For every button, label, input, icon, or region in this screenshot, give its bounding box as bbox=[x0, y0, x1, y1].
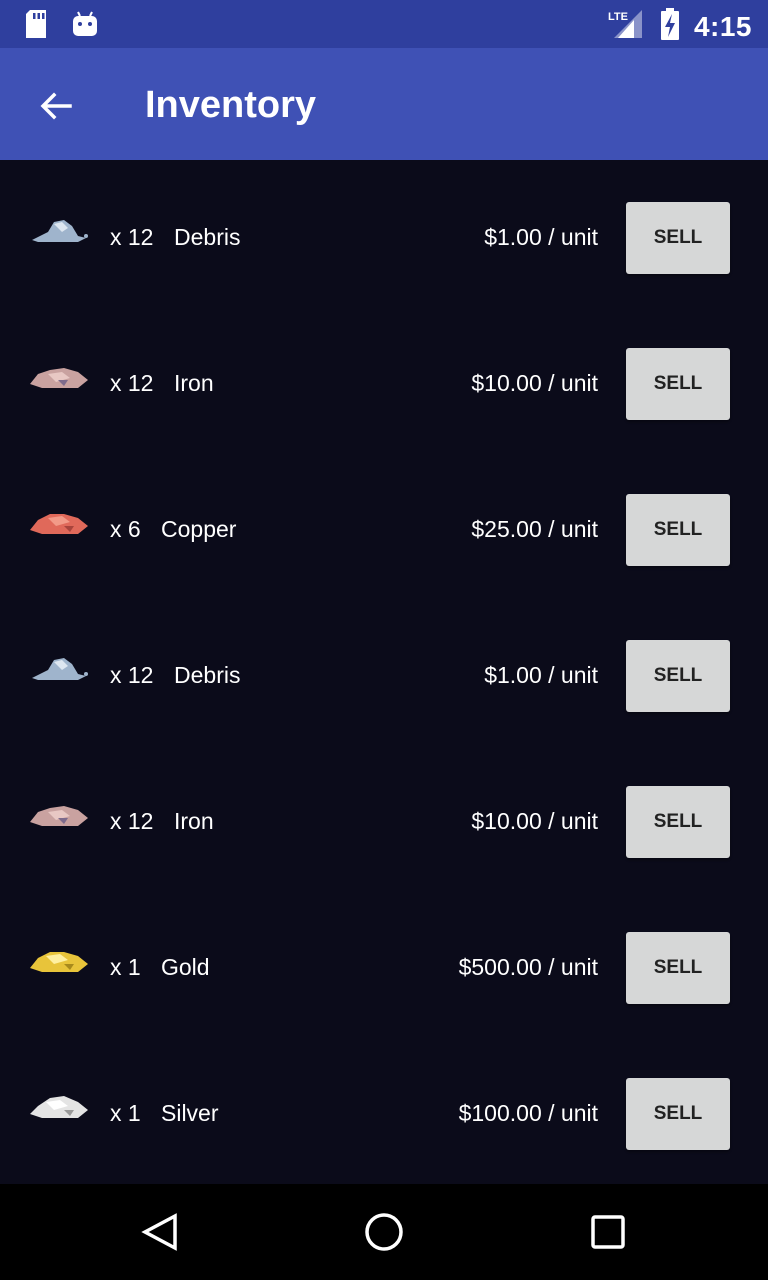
inventory-row-gold: x 1 Gold $500.00 / unit SELL bbox=[0, 890, 768, 1036]
item-name: Debris bbox=[174, 662, 241, 688]
item-name: Iron bbox=[174, 370, 214, 396]
item-price: $1.00 / unit bbox=[484, 662, 598, 688]
item-price: $25.00 / unit bbox=[471, 516, 598, 542]
inventory-row-iron: x 12 Iron $10.00 / unit SELL bbox=[0, 744, 768, 890]
item-name: Copper bbox=[161, 516, 237, 542]
page-title: Inventory bbox=[145, 84, 317, 126]
sell-button[interactable]: SELL bbox=[626, 348, 730, 420]
sd-card-icon bbox=[24, 10, 48, 43]
sell-button[interactable]: SELL bbox=[626, 202, 730, 274]
lte-label: LTE bbox=[608, 11, 628, 23]
android-icon bbox=[72, 11, 98, 42]
inventory-list[interactable]: x 12 Debris $1.00 / unit SELL x 12 Iron … bbox=[0, 160, 768, 1184]
item-price: $10.00 / unit bbox=[471, 370, 598, 396]
item-price: $10.00 / unit bbox=[471, 808, 598, 834]
sell-button[interactable]: SELL bbox=[626, 932, 730, 1004]
item-quantity: x 12 bbox=[110, 808, 154, 834]
item-quantity: x 12 bbox=[110, 224, 154, 250]
item-quantity: x 1 bbox=[110, 1100, 141, 1126]
gold-ore-icon bbox=[30, 952, 88, 972]
item-name: Debris bbox=[174, 224, 241, 250]
app-bar: Inventory bbox=[0, 48, 768, 160]
iron-ore-icon bbox=[30, 368, 88, 388]
inventory-row-iron: x 12 Iron $10.00 / unit SELL bbox=[0, 306, 768, 452]
item-quantity: x 1 bbox=[110, 954, 141, 980]
item-price: $1.00 / unit bbox=[484, 224, 598, 250]
recents-square-icon bbox=[591, 1215, 625, 1249]
item-name: Silver bbox=[161, 1100, 219, 1126]
item-price: $100.00 / unit bbox=[458, 1100, 598, 1126]
sell-button[interactable]: SELL bbox=[626, 1078, 730, 1150]
arrow-left-icon bbox=[40, 92, 72, 120]
sell-button[interactable]: SELL bbox=[626, 640, 730, 712]
back-triangle-icon bbox=[141, 1213, 177, 1251]
battery-charging-icon bbox=[660, 8, 680, 45]
status-time: 4:15 bbox=[693, 10, 752, 42]
debris-ore-icon bbox=[32, 658, 88, 680]
inventory-row-debris: x 12 Debris $1.00 / unit SELL bbox=[0, 598, 768, 744]
inventory-row-copper: x 6 Copper $25.00 / unit SELL bbox=[0, 452, 768, 598]
lte-signal-icon: LTE bbox=[606, 8, 646, 45]
navigation-bar bbox=[0, 1184, 768, 1280]
status-bar: LTE 4:15 bbox=[0, 0, 768, 48]
sell-button[interactable]: SELL bbox=[626, 494, 730, 566]
item-name: Gold bbox=[161, 954, 210, 980]
inventory-row-silver: x 1 Silver $100.00 / unit SELL bbox=[0, 1036, 768, 1182]
debris-ore-icon bbox=[32, 220, 88, 242]
nav-home-button[interactable] bbox=[360, 1208, 408, 1256]
item-quantity: x 12 bbox=[110, 662, 154, 688]
nav-back-button[interactable] bbox=[136, 1208, 184, 1256]
back-button[interactable] bbox=[36, 86, 76, 126]
home-circle-icon bbox=[365, 1213, 403, 1251]
item-name: Iron bbox=[174, 808, 214, 834]
item-price: $500.00 / unit bbox=[458, 954, 598, 980]
item-quantity: x 6 bbox=[110, 516, 141, 542]
nav-recents-button[interactable] bbox=[584, 1208, 632, 1256]
copper-ore-icon bbox=[30, 514, 88, 534]
item-quantity: x 12 bbox=[110, 370, 154, 396]
silver-ore-icon bbox=[30, 1096, 88, 1118]
iron-ore-icon bbox=[30, 806, 88, 826]
sell-button[interactable]: SELL bbox=[626, 786, 730, 858]
inventory-row-debris: x 12 Debris $1.00 / unit SELL bbox=[0, 160, 768, 306]
